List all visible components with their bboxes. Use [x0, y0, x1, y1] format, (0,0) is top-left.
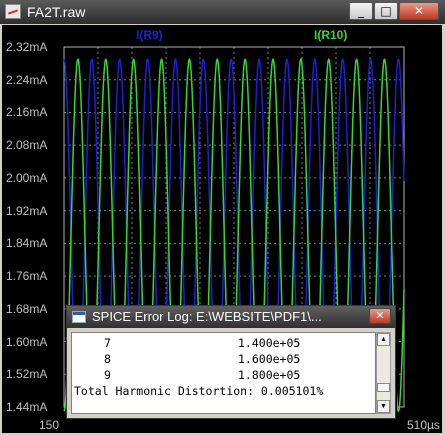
y-tick-label: 1.92mA	[6, 203, 48, 218]
legend-i-r10[interactable]: I(R10)	[314, 28, 347, 42]
harmonic-frequency: 1.800e+05	[238, 368, 301, 382]
error-log-icon	[72, 311, 86, 323]
y-tick-label: 1.84mA	[6, 236, 48, 251]
x-axis-end-label: 510µs	[407, 418, 440, 432]
minimize-button[interactable]: _	[349, 2, 373, 20]
y-tick-label: 1.76mA	[6, 269, 48, 284]
maximize-button[interactable]: □	[374, 2, 398, 20]
window-titlebar[interactable]: FA2T.raw _ □ ✕	[0, 0, 445, 24]
total-harmonic-distortion: Total Harmonic Distortion: 0.005101%	[74, 384, 324, 398]
error-log-text[interactable]: 7 1.400e+05 8 1.600e+05 9 1.800e+05 Tota…	[71, 332, 376, 414]
window-title: FA2T.raw	[27, 4, 86, 20]
scroll-up-button[interactable]: ▲	[377, 333, 390, 346]
spice-error-log-window: SPICE Error Log: E:\WEBSITE\PDF1\... ✕ 7…	[66, 305, 396, 419]
harmonic-frequency: 1.600e+05	[238, 352, 301, 366]
scroll-down-button[interactable]: ▼	[377, 400, 390, 413]
x-axis-start-label: 150	[39, 418, 60, 432]
harmonic-number: 8	[104, 352, 111, 366]
y-tick-label: 1.60mA	[6, 334, 48, 349]
error-log-close-button[interactable]: ✕	[369, 308, 391, 324]
harmonic-number: 9	[104, 368, 111, 382]
legend-i-r9[interactable]: I(R9)	[136, 28, 163, 42]
error-log-titlebar[interactable]: SPICE Error Log: E:\WEBSITE\PDF1\... ✕	[67, 306, 395, 328]
y-tick-label: 2.16mA	[6, 105, 48, 120]
harmonic-number: 7	[104, 336, 111, 350]
y-tick-label: 1.52mA	[6, 367, 48, 382]
y-tick-label: 2.00mA	[6, 170, 48, 185]
y-tick-label: 2.24mA	[6, 72, 48, 87]
scroll-thumb[interactable]	[377, 383, 390, 392]
ltspice-waveform-icon	[5, 4, 21, 19]
error-log-scrollbar[interactable]: ▲ ▼	[376, 332, 391, 414]
y-tick-label: 2.08mA	[6, 138, 48, 153]
ltspice-waveform-window: FA2T.raw _ □ ✕ I(R9) I(R10) 2.32mA 2.24mA…	[0, 0, 445, 435]
y-tick-label: 2.32mA	[6, 40, 48, 54]
close-button[interactable]: ✕	[399, 2, 439, 20]
y-tick-label: 1.68mA	[6, 301, 48, 316]
error-log-title: SPICE Error Log: E:\WEBSITE\PDF1\...	[92, 309, 322, 324]
y-tick-label: 1.44mA	[6, 400, 48, 414]
harmonic-frequency: 1.400e+05	[238, 336, 301, 350]
